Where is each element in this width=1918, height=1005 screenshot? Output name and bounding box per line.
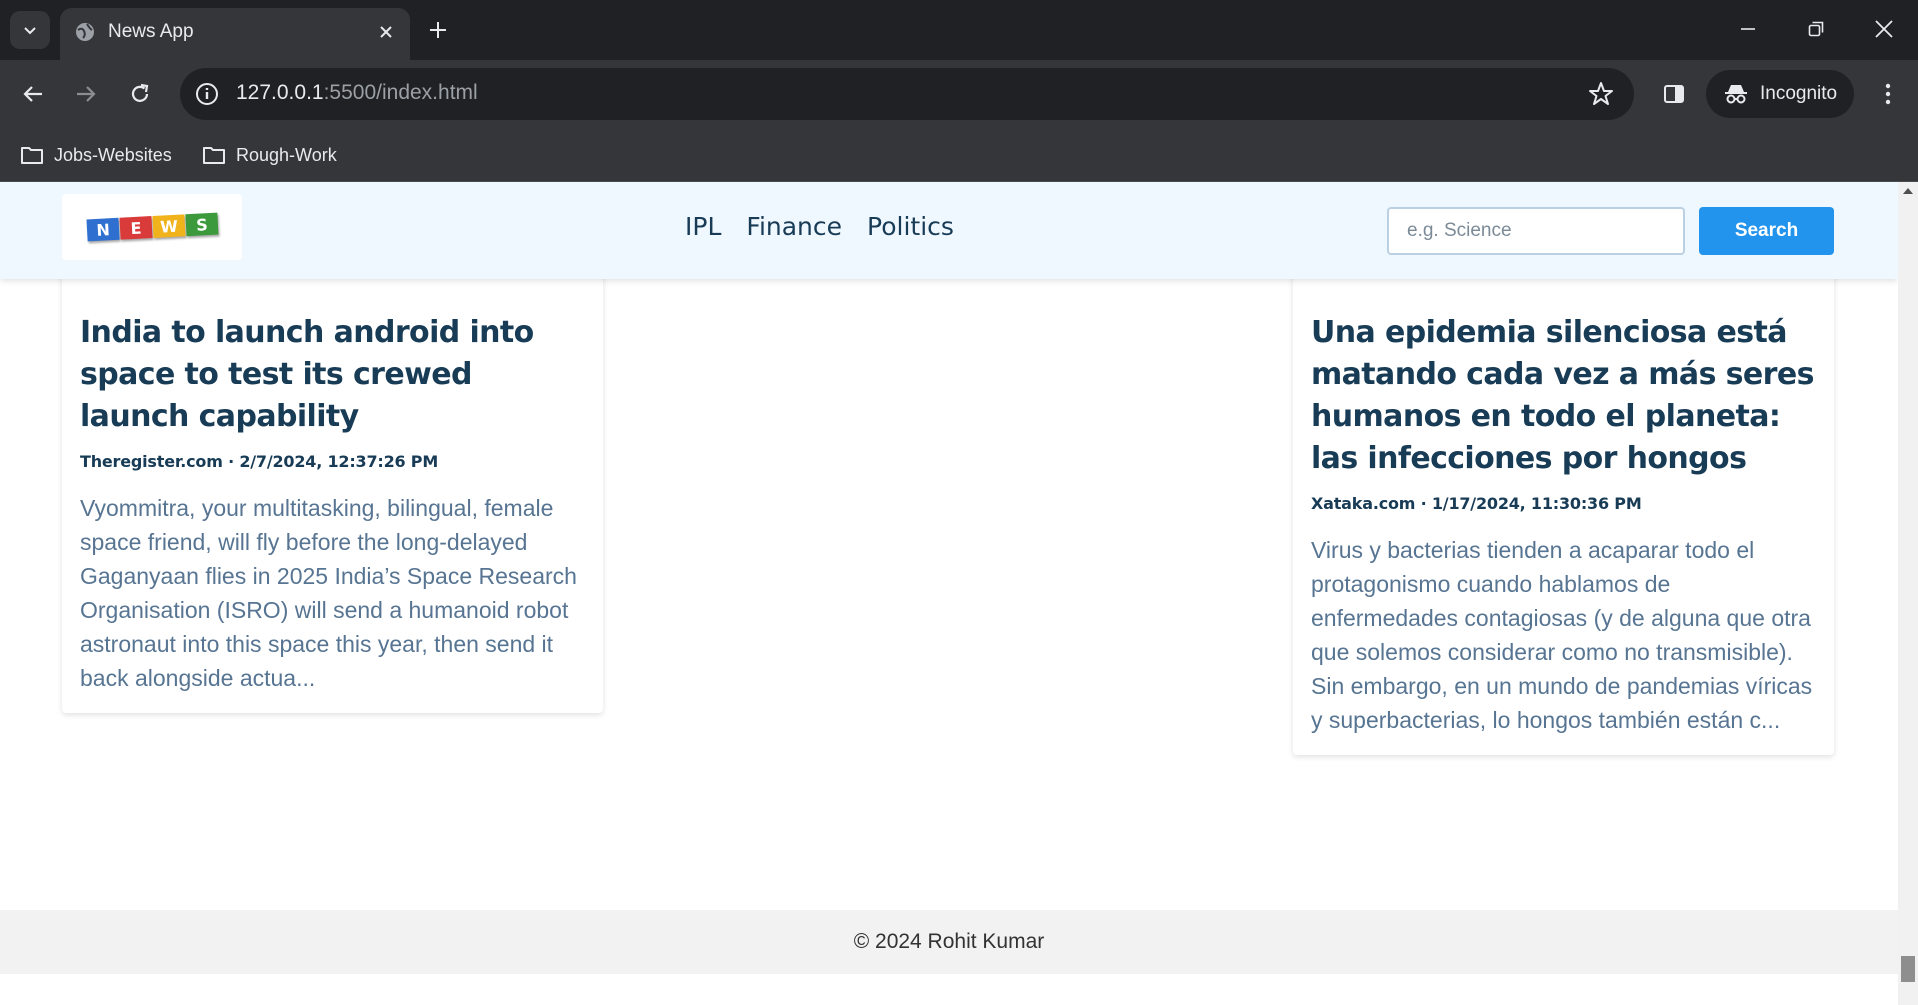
bookmark-folder-jobs-websites[interactable]: Jobs-Websites xyxy=(20,139,172,171)
nav-link-politics[interactable]: Politics xyxy=(867,212,954,241)
card-body: Una epidemia silenciosa está matando cad… xyxy=(1293,284,1834,755)
page-scrollbar[interactable] xyxy=(1898,182,1918,1005)
site-info-icon[interactable] xyxy=(194,81,220,107)
arrow-right-icon xyxy=(77,86,96,102)
site-navbar: N E W S IPL Finance Politics Search xyxy=(0,182,1898,279)
restore-button[interactable] xyxy=(1782,0,1850,58)
tab-strip: News App xyxy=(0,0,1918,60)
card-source-date: Xataka.com · 1/17/2024, 11:30:36 PM xyxy=(1311,494,1642,513)
page-viewport: N E W S IPL Finance Politics Search xyxy=(0,182,1898,1005)
card-title[interactable]: India to launch android into space to te… xyxy=(80,312,585,438)
close-icon xyxy=(1875,20,1893,38)
url-host: 127.0.0.1 xyxy=(236,81,324,104)
card-source-date: Theregister.com · 2/7/2024, 12:37:26 PM xyxy=(80,452,439,471)
page-footer: © 2024 Rohit Kumar xyxy=(0,910,1898,974)
bookmark-label: Rough-Work xyxy=(236,144,337,165)
logo-letter: N xyxy=(86,217,120,242)
restore-icon xyxy=(1808,21,1824,37)
bookmarks-bar: Jobs-Websites Rough-Work xyxy=(0,129,1918,182)
bookmark-star-icon[interactable] xyxy=(1588,81,1614,107)
side-panel-button[interactable] xyxy=(1654,74,1694,114)
globe-icon xyxy=(76,23,94,41)
minimize-icon xyxy=(1741,28,1755,30)
folder-icon xyxy=(203,147,225,164)
browser-toolbar: 127.0.0.1:5500/index.html Incognito xyxy=(0,60,1918,129)
tab-close-button[interactable] xyxy=(372,18,400,46)
incognito-indicator[interactable]: Incognito xyxy=(1706,70,1854,118)
card-body: India to launch android into space to te… xyxy=(62,284,603,713)
arrow-left-icon xyxy=(23,86,42,102)
minimize-button[interactable] xyxy=(1714,0,1782,58)
reload-button[interactable] xyxy=(120,74,160,114)
plus-icon xyxy=(430,22,446,38)
new-tab-button[interactable] xyxy=(420,12,456,48)
search-button[interactable]: Search xyxy=(1699,207,1834,255)
browser-menu-button[interactable] xyxy=(1868,74,1908,114)
address-bar[interactable]: 127.0.0.1:5500/index.html xyxy=(180,68,1634,120)
search-input[interactable] xyxy=(1387,207,1685,255)
url-path: :5500/index.html xyxy=(323,81,478,104)
incognito-icon xyxy=(1725,85,1747,104)
footer-copyright: © 2024 Rohit Kumar xyxy=(853,930,1045,953)
news-logo-blocks: N E W S xyxy=(86,212,218,242)
card-description: Virus y bacterias tienden a acaparar tod… xyxy=(1311,537,1813,733)
chevron-down-icon xyxy=(24,27,36,35)
card-description: Vyommitra, your multitasking, bilingual,… xyxy=(80,495,577,691)
card-title[interactable]: Una epidemia silenciosa está matando cad… xyxy=(1311,312,1816,480)
more-vertical-icon xyxy=(1885,83,1891,105)
close-icon xyxy=(380,26,392,38)
logo-letter: S xyxy=(184,212,218,237)
bookmark-folder-rough-work[interactable]: Rough-Work xyxy=(202,139,337,171)
nav-link-finance[interactable]: Finance xyxy=(746,212,842,241)
folder-icon xyxy=(21,147,43,164)
scrollbar-thumb[interactable] xyxy=(1901,956,1915,982)
nav-link-ipl[interactable]: IPL xyxy=(685,212,721,241)
reload-icon xyxy=(131,83,149,102)
scroll-up-arrow-icon[interactable] xyxy=(1903,188,1913,194)
window-close-button[interactable] xyxy=(1850,0,1918,58)
site-logo[interactable]: N E W S xyxy=(62,194,242,260)
logo-letter: W xyxy=(151,214,186,238)
forward-button[interactable] xyxy=(66,74,106,114)
tab-search-button[interactable] xyxy=(10,11,50,49)
side-panel-icon xyxy=(1664,85,1684,103)
url-text[interactable]: 127.0.0.1:5500/index.html xyxy=(236,81,478,105)
back-button[interactable] xyxy=(13,74,53,114)
tab-title: News App xyxy=(108,21,194,42)
bookmark-label: Jobs-Websites xyxy=(54,144,172,165)
category-nav: IPL Finance Politics xyxy=(685,212,954,241)
incognito-label: Incognito xyxy=(1760,83,1838,104)
browser-tab[interactable]: News App xyxy=(60,8,410,60)
logo-letter: E xyxy=(118,216,153,240)
